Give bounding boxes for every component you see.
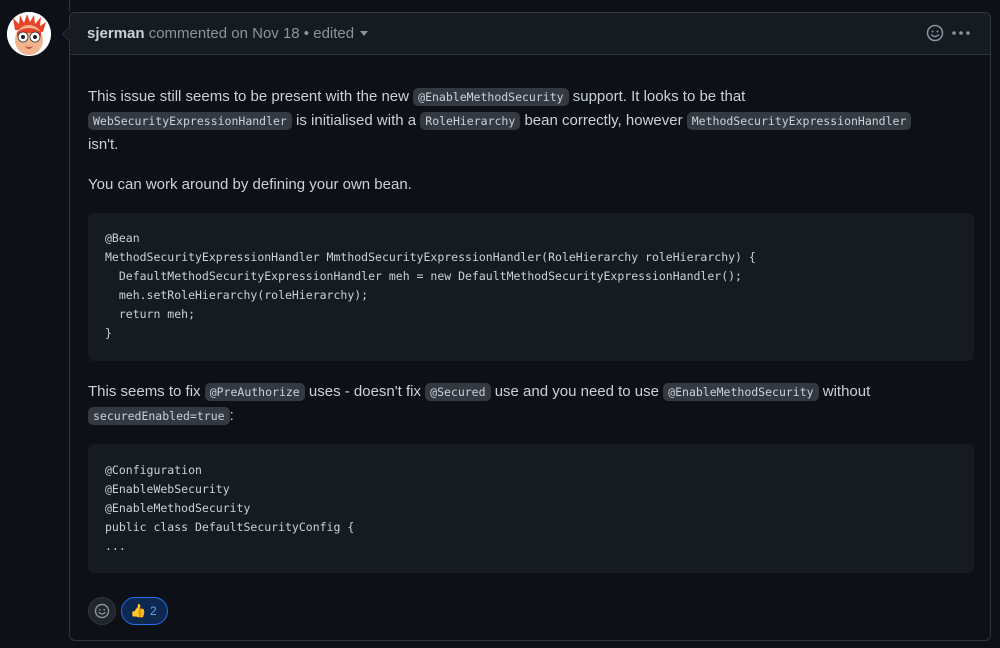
text: without	[818, 383, 871, 400]
inline-code: RoleHierarchy	[420, 112, 521, 130]
inline-code: @Secured	[425, 383, 491, 401]
code-line: @Configuration	[105, 463, 202, 477]
text: This seems to fix	[88, 383, 205, 400]
author-name[interactable]: sjerman	[87, 25, 145, 42]
paragraph-1: This issue still seems to be present wit…	[88, 85, 968, 157]
reaction-count: 2	[150, 604, 157, 618]
paragraph-2: You can work around by defining your own…	[88, 176, 412, 193]
code-line: @EnableWebSecurity	[105, 482, 230, 496]
code-line: meh.setRoleHierarchy(roleHierarchy);	[105, 288, 369, 302]
author-avatar[interactable]	[7, 12, 51, 56]
code-block-1: @Bean MethodSecurityExpressionHandler Mm…	[88, 213, 974, 361]
kebab-horizontal-icon[interactable]	[951, 23, 971, 43]
code-line: @Bean	[105, 231, 140, 245]
code-line: DefaultMethodSecurityExpressionHandler m…	[105, 269, 742, 283]
text: uses - doesn't fix	[304, 383, 426, 400]
code-line: MethodSecurityExpressionHandler MmthodSe…	[105, 250, 756, 264]
thumbs-up-icon: 👍	[130, 603, 147, 618]
add-reaction-button[interactable]	[88, 597, 116, 625]
comment-timestamp[interactable]: commented on Nov 18 • edited	[149, 25, 354, 42]
avatar-image	[7, 12, 51, 56]
comment-pointer-inner	[63, 27, 70, 41]
inline-code: WebSecurityExpressionHandler	[88, 112, 292, 130]
code-line: return meh;	[105, 307, 196, 321]
edited-dropdown-icon[interactable]	[360, 31, 369, 36]
code-line: ...	[105, 539, 126, 553]
text: isn't.	[88, 136, 119, 153]
inline-code: @EnableMethodSecurity	[413, 88, 569, 106]
smiley-icon	[94, 603, 110, 619]
inline-code: MethodSecurityExpressionHandler	[686, 112, 912, 130]
text: support. It looks to be that	[568, 88, 746, 105]
text: bean correctly, however	[520, 112, 687, 129]
code-block-2: @Configuration @EnableWebSecurity @Enabl…	[88, 444, 974, 573]
inline-code: @EnableMethodSecurity	[663, 383, 819, 401]
text: This issue still seems to be present wit…	[88, 88, 414, 105]
thumbs-up-reaction-button[interactable]: 👍 2	[121, 597, 168, 625]
text: is initialised with a	[291, 112, 421, 129]
comment-card: sjerman commented on Nov 18 • edited Thi…	[62, 12, 991, 641]
comment-header: sjerman commented on Nov 18 • edited	[70, 13, 990, 55]
text: use and you need to use	[490, 383, 664, 400]
text: :	[229, 407, 234, 424]
code-line: @EnableMethodSecurity	[105, 501, 251, 515]
code-line: public class DefaultSecurityConfig {	[105, 520, 355, 534]
inline-code: securedEnabled=true	[88, 407, 230, 425]
comment-meta: sjerman commented on Nov 18 • edited	[87, 25, 369, 43]
inline-code: @PreAuthorize	[204, 383, 305, 401]
smiley-icon[interactable]	[925, 23, 945, 43]
timeline-line	[69, 0, 70, 12]
paragraph-3: This seems to fix @PreAuthorize uses - d…	[88, 380, 968, 428]
code-line: }	[105, 326, 112, 340]
